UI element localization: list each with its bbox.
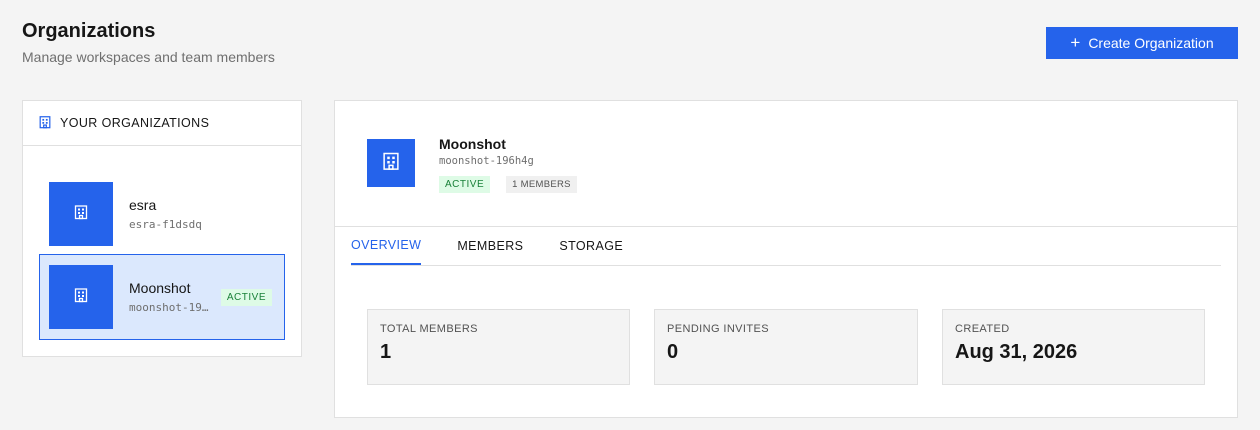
organization-detail-header: Moonshot moonshot-196h4g ACTIVE 1 MEMBER… — [335, 101, 1237, 227]
organization-tabs: OVERVIEW MEMBERS STORAGE — [351, 226, 1221, 266]
organization-detail-panel: Moonshot moonshot-196h4g ACTIVE 1 MEMBER… — [334, 100, 1238, 418]
stat-label: TOTAL MEMBERS — [380, 323, 478, 335]
status-badge: ACTIVE — [439, 176, 491, 193]
organization-name: esra — [129, 197, 157, 213]
tab-members[interactable]: MEMBERS — [457, 226, 523, 265]
stat-card-created: CREATED Aug 31, 2026 — [942, 309, 1205, 385]
create-organization-button[interactable]: + Create Organization — [1046, 27, 1238, 59]
stat-label: CREATED — [955, 323, 1010, 335]
building-icon — [381, 151, 401, 176]
organization-item-moonshot[interactable]: Moonshot moonshot-19… ACTIVE — [39, 254, 285, 340]
organization-logo — [367, 139, 415, 187]
organizations-panel: YOUR ORGANIZATIONS esra esra-f1dsdq Moon… — [22, 100, 302, 357]
organization-slug: esra-f1dsdq — [129, 218, 202, 231]
organization-detail-slug: moonshot-196h4g — [439, 155, 534, 167]
organizations-panel-header: YOUR ORGANIZATIONS — [23, 101, 301, 146]
organizations-panel-title: YOUR ORGANIZATIONS — [60, 116, 210, 130]
status-badge: ACTIVE — [220, 288, 272, 306]
stat-value: 0 — [667, 341, 679, 363]
page-title: Organizations — [22, 20, 156, 42]
organization-logo — [49, 265, 113, 329]
building-icon — [38, 115, 52, 132]
stat-value: Aug 31, 2026 — [955, 341, 1078, 363]
stat-card-pending-invites: PENDING INVITES 0 — [654, 309, 918, 385]
plus-icon: + — [1070, 33, 1081, 52]
page-subtitle: Manage workspaces and team members — [22, 49, 275, 65]
stat-value: 1 — [380, 341, 392, 363]
tab-storage[interactable]: STORAGE — [559, 226, 623, 265]
create-organization-label: Create Organization — [1088, 35, 1214, 51]
stat-label: PENDING INVITES — [667, 323, 769, 335]
organization-slug: moonshot-19… — [129, 301, 209, 314]
building-icon — [73, 204, 89, 225]
organization-logo — [49, 182, 113, 246]
stat-card-total-members: TOTAL MEMBERS 1 — [367, 309, 630, 385]
organization-item-esra[interactable]: esra esra-f1dsdq — [39, 171, 285, 257]
building-icon — [73, 287, 89, 308]
members-count-badge: 1 MEMBERS — [506, 176, 577, 193]
organization-detail-name: Moonshot — [439, 136, 506, 152]
organization-name: Moonshot — [129, 280, 191, 296]
tab-overview[interactable]: OVERVIEW — [351, 226, 422, 265]
